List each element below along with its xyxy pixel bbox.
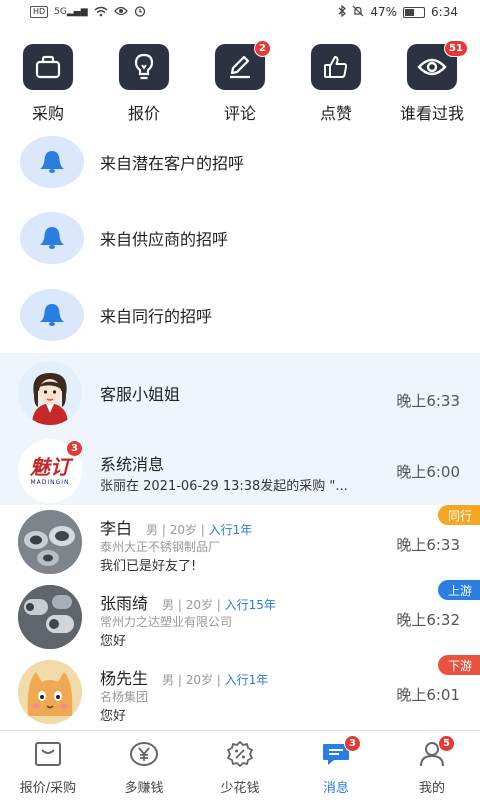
battery-level xyxy=(405,8,414,16)
action-purchase[interactable]: 采购 xyxy=(0,44,96,130)
greeting-peers[interactable]: 来自同行的招呼 xyxy=(0,279,480,351)
signal-icon: 5G▂▄▆ xyxy=(54,7,88,17)
chat-row[interactable]: 李白男 | 20岁 | 入行1年 泰州大正不锈钢制品厂 我们已是好友了! 晚上6… xyxy=(0,505,480,580)
chat-time: 晚上6:01 xyxy=(396,686,460,704)
bag-icon xyxy=(23,44,73,90)
lightbulb-icon xyxy=(119,44,169,90)
tab-label: 报价/采购 xyxy=(19,781,77,796)
action-likes[interactable]: 点赞 xyxy=(288,44,384,130)
avatar xyxy=(18,585,82,649)
chat-preview: 您好 xyxy=(100,709,127,724)
yen-coin-icon xyxy=(129,741,159,771)
tab-messages[interactable]: 3 消息 xyxy=(288,731,384,800)
tab-label: 我的 xyxy=(418,781,445,796)
greeting-label: 来自潜在客户的招呼 xyxy=(100,154,245,173)
relation-tag: 上游 xyxy=(437,580,480,600)
action-label: 报价 xyxy=(127,104,160,123)
battery-percent: 47% xyxy=(370,5,398,19)
relation-tag: 同行 xyxy=(437,505,480,525)
chat-meta: 男 | 20岁 | 入行15年 xyxy=(162,598,276,612)
battery-icon xyxy=(403,6,426,18)
chat-meta: 男 | 20岁 | 入行1年 xyxy=(146,523,253,537)
action-viewers[interactable]: 51 谁看过我 xyxy=(384,40,480,130)
clock: 6:34 xyxy=(431,5,458,19)
tab-quote-purchase[interactable]: 报价/采购 xyxy=(0,731,96,800)
chat-row[interactable]: 张雨绮男 | 20岁 | 入行15年 常州力之达塑业有限公司 您好 晚上6:32… xyxy=(0,580,480,655)
avatar xyxy=(18,660,82,724)
tab-label: 少花钱 xyxy=(220,781,260,796)
chat-company: 常州力之达塑业有限公司 xyxy=(100,615,233,629)
comments-badge: 2 xyxy=(254,40,271,57)
greeting-suppliers[interactable]: 来自供应商的招呼 xyxy=(0,202,480,274)
mine-badge: 5 xyxy=(438,735,455,752)
action-label: 点赞 xyxy=(319,104,352,123)
chat-name: 张雨绮男 | 20岁 | 入行15年 xyxy=(100,594,276,613)
message-time: 晚上6:33 xyxy=(396,392,460,410)
system-badge: 3 xyxy=(66,440,83,457)
thumbs-up-icon xyxy=(311,44,361,90)
action-label: 采购 xyxy=(31,104,64,123)
status-right: 47% 6:34 xyxy=(338,4,458,19)
hd-indicator: HD xyxy=(30,6,49,18)
chat-row[interactable]: 杨先生男 | 20岁 | 入行1年 名杨集团 您好 晚上6:01 下游 xyxy=(0,655,480,730)
action-quote[interactable]: 报价 xyxy=(96,44,192,130)
eye-status-icon xyxy=(113,6,128,18)
messages-badge: 3 xyxy=(344,735,361,752)
status-bar: HD 5G▂▄▆ 47% 6:34 xyxy=(0,0,480,24)
chat-company: 泰州大正不锈钢制品厂 xyxy=(100,540,221,554)
chat-name: 杨先生男 | 20岁 | 入行1年 xyxy=(100,669,269,688)
chat-preview: 我们已是好友了! xyxy=(100,559,197,574)
tab-label: 消息 xyxy=(322,781,349,796)
relation-tag: 下游 xyxy=(437,655,480,675)
bell-icon xyxy=(20,136,84,188)
chat-meta: 男 | 20岁 | 入行1年 xyxy=(162,673,269,687)
tab-earn-more[interactable]: 多赚钱 xyxy=(96,731,192,800)
tab-label: 多赚钱 xyxy=(124,781,164,796)
status-left: HD 5G▂▄▆ xyxy=(30,5,146,19)
wifi-icon xyxy=(94,6,108,19)
tab-spend-less[interactable]: 少花钱 xyxy=(192,731,288,800)
action-label: 评论 xyxy=(223,104,256,123)
action-row: 采购 报价 2 评论 点赞 51 谁看过我 xyxy=(0,40,480,130)
avatar xyxy=(18,361,82,425)
bell-icon xyxy=(20,212,84,264)
chat-time: 晚上6:33 xyxy=(396,536,460,554)
tab-mine[interactable]: 5 我的 xyxy=(384,731,480,800)
viewers-badge: 51 xyxy=(444,40,468,57)
greeting-label: 来自供应商的招呼 xyxy=(100,230,229,249)
action-label: 谁看过我 xyxy=(399,104,464,123)
alarm-icon xyxy=(134,5,146,19)
bluetooth-icon xyxy=(338,4,347,19)
inbox-icon xyxy=(34,741,62,771)
bell-icon xyxy=(20,289,84,341)
discount-icon xyxy=(226,741,254,771)
chat-time: 晚上6:32 xyxy=(396,611,460,629)
message-row-customer-service[interactable]: 客服小姐姐 晚上6:33 xyxy=(0,353,480,434)
greeting-potential-customers[interactable]: 来自潜在客户的招呼 xyxy=(0,126,480,198)
mute-bell-icon xyxy=(352,5,364,19)
chat-name: 李白男 | 20岁 | 入行1年 xyxy=(100,519,253,538)
message-row-system[interactable]: 魅订 MADINGIN 3 系统消息 张丽在 2021-06-29 13:38发… xyxy=(0,434,480,505)
bottom-tab-bar: 报价/采购 多赚钱 少花钱 3 消息 5 我的 xyxy=(0,730,480,800)
chat-company: 名杨集团 xyxy=(100,690,149,704)
chat-preview: 您好 xyxy=(100,634,127,649)
greeting-label: 来自同行的招呼 xyxy=(100,307,213,326)
message-name: 客服小姐姐 xyxy=(100,385,181,404)
message-time: 晚上6:00 xyxy=(396,463,460,481)
action-comments[interactable]: 2 评论 xyxy=(192,40,288,130)
message-preview: 张丽在 2021-06-29 13:38发起的采购 "... xyxy=(100,479,348,494)
logo-sub: MADINGIN xyxy=(30,478,70,486)
message-name: 系统消息 xyxy=(100,455,165,474)
avatar xyxy=(18,510,82,574)
logo-text: 魅订 xyxy=(30,454,70,479)
